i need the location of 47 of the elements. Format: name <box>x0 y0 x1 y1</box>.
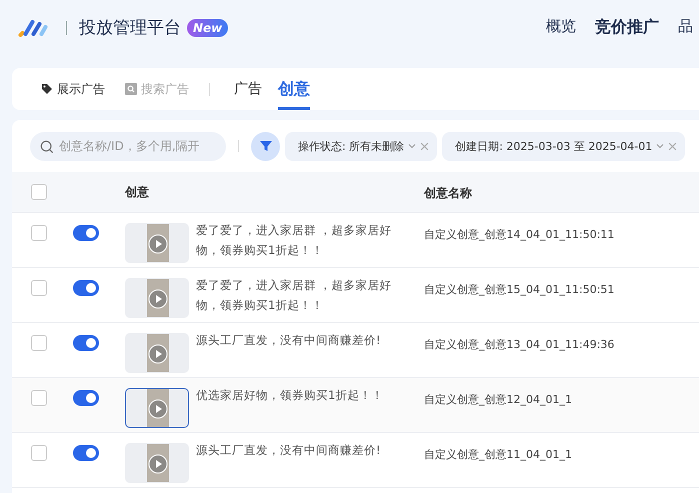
search-field[interactable]: 创意名称/ID，多个用,隔开 <box>30 132 226 160</box>
creative-text: 优选家居好物，领券购买1折起！！ <box>196 387 384 404</box>
close-icon[interactable] <box>668 142 678 150</box>
video-thumbnail[interactable] <box>125 333 189 373</box>
platform-title: 投放管理平台 <box>79 17 181 39</box>
status-toggle[interactable] <box>73 335 99 351</box>
filter-chip[interactable]: 创建日期: 2025-03-03 至 2025-04-01 <box>442 132 686 160</box>
tab[interactable]: 创意 <box>278 68 310 110</box>
search-icon <box>125 83 137 95</box>
ad-type-tab[interactable]: 展示广告 <box>41 68 105 110</box>
row-checkbox[interactable] <box>31 225 47 241</box>
video-thumbnail[interactable] <box>125 388 189 428</box>
video-thumbnail[interactable] <box>125 278 189 318</box>
creative-name: 自定义创意_创意15_04_01_11:50:51 <box>424 283 614 296</box>
row-checkbox[interactable] <box>31 335 47 351</box>
creative-text: 爱了爱了，进入家居群 ，超多家居好物，领券购买1折起！！ <box>196 222 393 259</box>
select-all-checkbox[interactable] <box>31 184 47 200</box>
creative-name: 自定义创意_创意12_04_01_1 <box>424 393 572 406</box>
column-header: 创意名称 <box>424 186 472 200</box>
video-thumbnail[interactable] <box>125 223 189 263</box>
creative-text: 源头工厂直发，没有中间商赚差价! <box>196 442 382 459</box>
status-toggle[interactable] <box>73 280 99 296</box>
creative-name: 自定义创意_创意11_04_01_1 <box>424 448 572 461</box>
filter-button[interactable] <box>251 132 280 160</box>
status-toggle[interactable] <box>73 445 99 461</box>
status-toggle[interactable] <box>73 390 99 406</box>
video-thumbnail[interactable] <box>125 443 189 483</box>
creative-text: 爱了爱了，进入家居群 ，超多家居好物，领券购买1折起！！ <box>196 277 393 314</box>
creative-text: 源头工厂直发，没有中间商赚差价! <box>196 332 382 349</box>
chevron-down-icon <box>656 142 664 150</box>
status-toggle[interactable] <box>73 225 99 241</box>
filter-chip[interactable]: 操作状态: 所有未删除 <box>285 132 438 160</box>
nav-link[interactable]: 竞价推广 <box>595 17 659 38</box>
row-checkbox[interactable] <box>31 390 47 406</box>
row-checkbox[interactable] <box>31 280 47 296</box>
new-badge: New <box>187 18 228 36</box>
creative-name: 自定义创意_创意13_04_01_11:49:36 <box>424 338 614 351</box>
tag-icon <box>41 83 53 95</box>
nav-link[interactable]: 品 <box>678 17 693 38</box>
filter-icon <box>258 139 272 153</box>
tab[interactable]: 广告 <box>234 68 262 110</box>
row-checkbox[interactable] <box>31 445 47 461</box>
creative-name: 自定义创意_创意14_04_01_11:50:11 <box>424 228 614 241</box>
column-header: 创意 <box>125 184 149 200</box>
nav-link[interactable]: 概览 <box>546 17 576 38</box>
close-icon[interactable] <box>420 142 430 150</box>
chevron-down-icon <box>408 142 416 150</box>
